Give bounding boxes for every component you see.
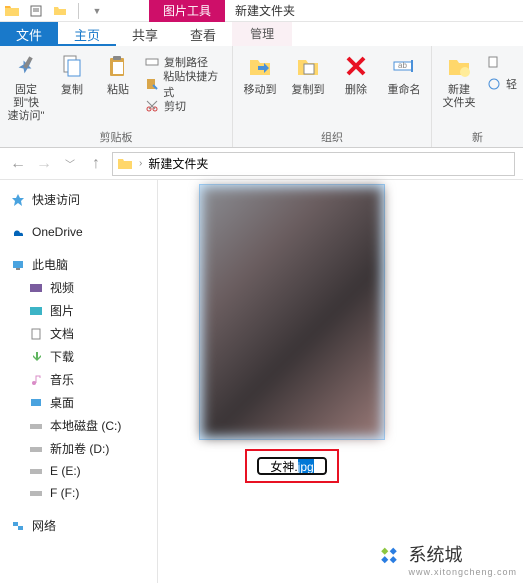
- content-area: 快速访问 OneDrive 此电脑 视频 图片 文档 下载 音乐 桌面 本地磁盘…: [0, 180, 523, 583]
- nav-downloads[interactable]: 下载: [6, 345, 157, 368]
- file-item[interactable]: [199, 184, 385, 440]
- nav-drive-c[interactable]: 本地磁盘 (C:): [6, 414, 157, 437]
- nav-drive-d[interactable]: 新加卷 (D:): [6, 437, 157, 460]
- navigation-pane: 快速访问 OneDrive 此电脑 视频 图片 文档 下载 音乐 桌面 本地磁盘…: [0, 180, 158, 583]
- nav-drive-f[interactable]: F (F:): [6, 482, 157, 504]
- onedrive-icon: [10, 224, 26, 240]
- pc-icon: [10, 257, 26, 273]
- new-folder-button[interactable]: 新建 文件夹: [438, 50, 480, 110]
- tab-share[interactable]: 共享: [116, 22, 174, 46]
- window-title: 新建文件夹: [235, 2, 295, 19]
- tab-view[interactable]: 查看: [174, 22, 232, 46]
- new-folder-icon: [443, 50, 475, 82]
- address-segment[interactable]: 新建文件夹: [148, 155, 208, 172]
- divider: [78, 3, 79, 19]
- paste-icon: [102, 50, 134, 82]
- nav-desktop[interactable]: 桌面: [6, 391, 157, 414]
- folder-icon: [117, 156, 133, 172]
- new-item-icon: [486, 54, 502, 70]
- group-label-organize: 组织: [321, 127, 343, 147]
- nav-music[interactable]: 音乐: [6, 368, 157, 391]
- group-label-new: 新: [472, 127, 483, 147]
- rename-icon: ab: [388, 50, 420, 82]
- nav-quick-access[interactable]: 快速访问: [6, 188, 157, 211]
- nav-pictures[interactable]: 图片: [6, 299, 157, 322]
- ribbon: 固定到"快 速访问" 复制 粘贴 复制路径: [0, 46, 523, 148]
- videos-icon: [28, 280, 44, 296]
- star-icon: [10, 192, 26, 208]
- tab-manage[interactable]: 管理: [232, 22, 292, 46]
- folder-icon: [4, 3, 20, 19]
- copy-to-icon: [292, 50, 324, 82]
- ribbon-group-organize: 移动到 复制到 删除 ab 重命名 组织: [233, 46, 432, 147]
- file-pane[interactable]: [158, 180, 523, 583]
- chevron-right-icon[interactable]: ›: [139, 158, 142, 169]
- copy-path-icon: [144, 54, 160, 70]
- documents-icon: [28, 326, 44, 342]
- qat-new-folder-icon[interactable]: [49, 2, 71, 20]
- delete-icon: [340, 50, 372, 82]
- pin-quick-access-button[interactable]: 固定到"快 速访问": [6, 50, 46, 123]
- copy-button[interactable]: 复制: [52, 50, 92, 97]
- downloads-icon: [28, 349, 44, 365]
- paste-shortcut-icon: [144, 76, 159, 92]
- nav-drive-e[interactable]: E (E:): [6, 460, 157, 482]
- new-item-button[interactable]: [486, 52, 517, 72]
- pin-icon: [10, 50, 42, 82]
- svg-text:ab: ab: [398, 61, 407, 70]
- tabstrip: 文件 主页 共享 查看 管理: [0, 22, 523, 46]
- delete-button[interactable]: 删除: [335, 50, 377, 97]
- ribbon-group-clipboard: 固定到"快 速访问" 复制 粘贴 复制路径: [0, 46, 233, 147]
- paste-button[interactable]: 粘贴: [98, 50, 138, 97]
- rename-highlight-box: [245, 449, 339, 483]
- drive-icon: [28, 485, 44, 501]
- move-to-icon: [244, 50, 276, 82]
- nav-up-button[interactable]: ↑: [86, 155, 106, 173]
- pictures-icon: [28, 303, 44, 319]
- nav-documents[interactable]: 文档: [6, 322, 157, 345]
- watermark-url: www.xitongcheng.com: [408, 567, 517, 577]
- nav-onedrive[interactable]: OneDrive: [6, 221, 157, 243]
- qat-customize-dropdown[interactable]: ▼: [86, 2, 108, 20]
- watermark: 系统城 www.xitongcheng.com: [376, 541, 517, 577]
- tab-home[interactable]: 主页: [58, 22, 116, 46]
- nav-videos[interactable]: 视频: [6, 276, 157, 299]
- rename-button[interactable]: ab 重命名: [383, 50, 425, 97]
- watermark-brand: 系统城: [408, 541, 517, 567]
- navigation-bar: ← → ﹀ ↑ › 新建文件夹: [0, 148, 523, 180]
- network-icon: [10, 518, 26, 534]
- qat-properties-icon[interactable]: [25, 2, 47, 20]
- easy-access-icon: [486, 76, 502, 92]
- desktop-icon: [28, 395, 44, 411]
- group-label-clipboard: 剪贴板: [100, 127, 133, 147]
- address-bar[interactable]: › 新建文件夹: [112, 152, 515, 176]
- tab-file[interactable]: 文件: [0, 22, 58, 46]
- music-icon: [28, 372, 44, 388]
- nav-forward-button[interactable]: →: [34, 155, 54, 173]
- watermark-logo-icon: [376, 546, 402, 572]
- paste-shortcut-button[interactable]: 粘贴快捷方式: [144, 74, 226, 94]
- copy-to-button[interactable]: 复制到: [287, 50, 329, 97]
- easy-access-button[interactable]: 轻: [486, 74, 517, 94]
- copy-icon: [56, 50, 88, 82]
- nav-network[interactable]: 网络: [6, 514, 157, 537]
- drive-icon: [28, 441, 44, 457]
- nav-back-button[interactable]: ←: [8, 155, 28, 173]
- contextual-tab-label: 图片工具: [149, 0, 225, 22]
- cut-button[interactable]: 剪切: [144, 96, 226, 116]
- drive-icon: [28, 418, 44, 434]
- drive-icon: [28, 463, 44, 479]
- rename-input[interactable]: [257, 457, 327, 475]
- titlebar: ▼ 图片工具 新建文件夹: [0, 0, 523, 22]
- nav-recent-dropdown[interactable]: ﹀: [60, 156, 80, 171]
- ribbon-group-new: 新建 文件夹 轻 新: [432, 46, 523, 147]
- file-thumbnail: [202, 187, 382, 437]
- cut-icon: [144, 98, 160, 114]
- move-to-button[interactable]: 移动到: [239, 50, 281, 97]
- nav-this-pc[interactable]: 此电脑: [6, 253, 157, 276]
